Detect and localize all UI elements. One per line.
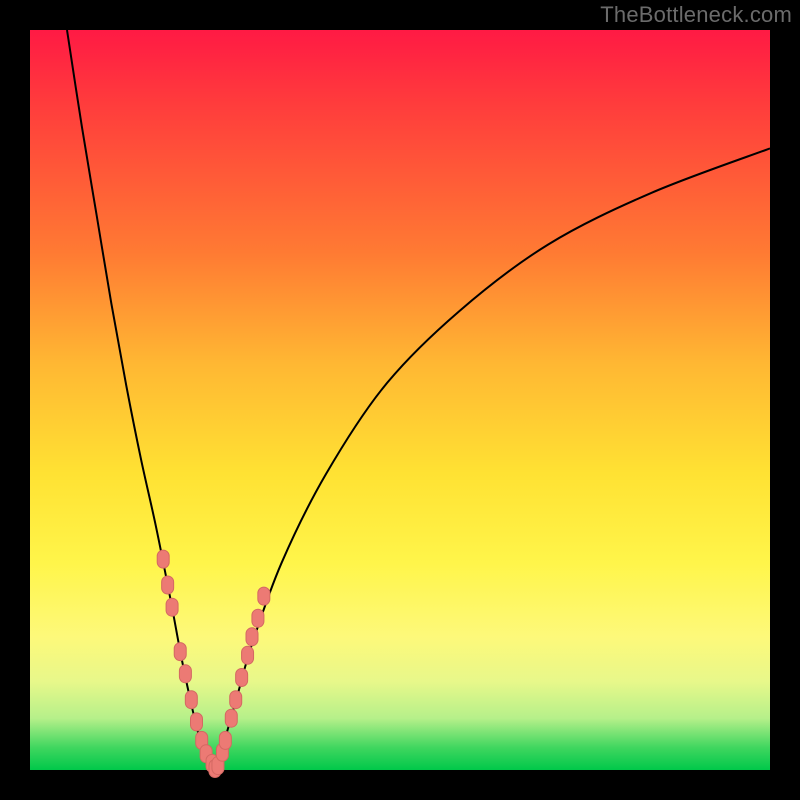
data-marker (157, 550, 169, 568)
chart-frame: TheBottleneck.com (0, 0, 800, 800)
watermark-text: TheBottleneck.com (600, 2, 792, 28)
data-marker (191, 713, 203, 731)
data-marker (246, 628, 258, 646)
curve-left-branch (67, 30, 215, 770)
data-marker (230, 691, 242, 709)
data-marker (258, 587, 270, 605)
data-marker (242, 646, 254, 664)
data-marker (174, 643, 186, 661)
data-marker (219, 731, 231, 749)
marker-group (157, 550, 270, 777)
data-marker (252, 609, 264, 627)
curve-right-branch (215, 148, 770, 770)
data-marker (179, 665, 191, 683)
data-marker (166, 598, 178, 616)
chart-svg (30, 30, 770, 770)
data-marker (185, 691, 197, 709)
data-marker (236, 669, 248, 687)
data-marker (162, 576, 174, 594)
data-marker (225, 709, 237, 727)
plot-area (30, 30, 770, 770)
